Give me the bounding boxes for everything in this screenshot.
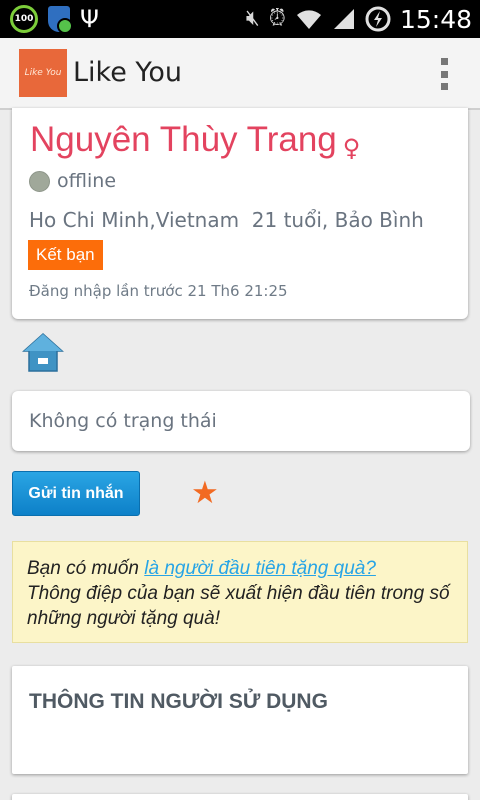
usb-icon: Ψ xyxy=(80,5,99,33)
next-card xyxy=(12,794,468,800)
favorite-star-icon[interactable]: ★ xyxy=(191,478,219,509)
first-gift-link[interactable]: là người đầu tiên tặng quà? xyxy=(144,558,376,579)
last-login: Đăng nhập lần trước 21 Th6 21:25 xyxy=(29,282,288,300)
name-row: Nguyên Thùy Trang ♀ xyxy=(30,120,360,162)
app-logo-text: Like You xyxy=(24,68,62,78)
status-bar: 100 Ψ 🔇︎ ⏰︎ 15:48 xyxy=(0,0,480,38)
gift-prompt-message: Thông điệp của bạn sẽ xuất hiện đầu tiên… xyxy=(27,583,450,629)
mute-icon: 🔇︎ xyxy=(245,6,260,31)
home-icon[interactable] xyxy=(22,331,64,375)
online-status-text: offline xyxy=(57,170,117,192)
profile-card: Nguyên Thùy Trang ♀ offline Ho Chi Minh,… xyxy=(12,108,468,319)
data-sync-icon xyxy=(365,6,391,32)
wifi-icon xyxy=(296,10,321,29)
action-bar: Like You Like You xyxy=(0,38,480,110)
clock: 15:48 xyxy=(399,4,472,34)
user-info-heading: THÔNG TIN NGƯỜI SỬ DỤNG xyxy=(29,690,328,713)
status-message-box: Không có trạng thái xyxy=(12,391,470,451)
app-title: Like You xyxy=(73,57,182,88)
status-message-text: Không có trạng thái xyxy=(29,410,217,432)
app-logo[interactable]: Like You xyxy=(19,49,67,97)
online-status: offline xyxy=(29,170,116,192)
offline-dot-icon xyxy=(29,170,50,192)
gift-prompt-text: Bạn có muốn là người đầu tiên tặng quà? … xyxy=(27,556,457,631)
female-icon: ♀ xyxy=(342,134,361,162)
send-message-button[interactable]: Gửi tin nhắn xyxy=(12,471,140,516)
location-age-zodiac: Ho Chi Minh,Vietnam 21 tuổi, Bảo Bình xyxy=(29,208,424,232)
overflow-menu-icon[interactable] xyxy=(438,58,450,90)
battery-percent-icon: 100 xyxy=(10,5,38,33)
user-info-card: THÔNG TIN NGƯỜI SỬ DỤNG xyxy=(12,666,468,774)
signal-icon xyxy=(333,9,354,29)
user-name: Nguyên Thùy Trang xyxy=(30,120,337,159)
gift-prompt-prefix: Bạn có muốn xyxy=(27,558,145,579)
add-friend-button[interactable]: Kết bạn xyxy=(28,240,103,270)
alarm-icon: ⏰︎ xyxy=(268,6,286,31)
security-shield-icon xyxy=(48,6,73,34)
gift-prompt: Bạn có muốn là người đầu tiên tặng quà? … xyxy=(12,541,468,643)
